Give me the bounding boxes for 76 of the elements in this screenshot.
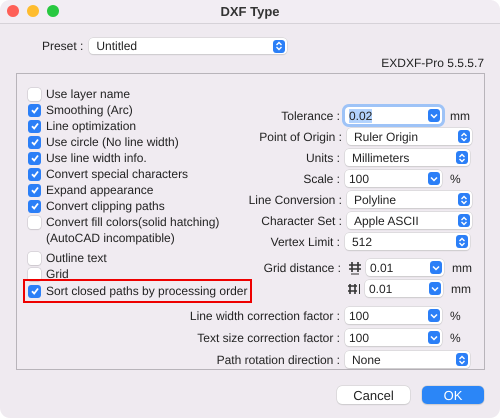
ok-button[interactable]: OK <box>422 386 484 404</box>
dropdown[interactable]: Apple ASCII <box>347 212 472 229</box>
chevron-down-icon <box>428 109 440 122</box>
combo-box[interactable]: 0.02 <box>345 107 442 124</box>
checkbox[interactable] <box>28 168 41 180</box>
field-label: Grid distance : <box>264 260 341 274</box>
updown-icon <box>458 130 470 143</box>
checkbox-label: Use circle (No line width) <box>46 134 179 150</box>
field-label: Character Set : <box>261 214 342 228</box>
updown-icon <box>456 235 468 248</box>
window-title: DXF Type <box>220 4 280 18</box>
dropdown[interactable]: Ruler Origin <box>347 128 472 145</box>
checkbox-label: Convert fill colors(solid hatching) (AutoCAD incompatible) <box>46 214 220 246</box>
updown-icon <box>458 214 470 227</box>
updown-icon <box>456 353 468 366</box>
unit-label: mm <box>450 108 470 122</box>
checkbox-label: Sort closed paths by processing order <box>46 283 248 299</box>
checkbox[interactable] <box>28 184 41 196</box>
checkbox[interactable] <box>28 88 41 100</box>
updown-icon <box>273 40 286 52</box>
combo-box[interactable]: 100 <box>345 307 442 324</box>
checkbox-label: Grid <box>46 266 69 282</box>
field-label: Units : <box>306 150 340 164</box>
field-label: Path rotation direction : <box>216 352 340 366</box>
combo-box[interactable]: 100 <box>345 329 442 346</box>
cancel-button[interactable]: Cancel <box>337 386 410 404</box>
unit-label: % <box>450 308 461 322</box>
checkbox[interactable] <box>28 252 41 264</box>
preset-label: Preset : <box>42 39 84 53</box>
dropdown[interactable]: 512 <box>345 233 470 250</box>
checkbox[interactable] <box>28 152 41 164</box>
dropdown[interactable]: Millimeters <box>345 149 470 166</box>
dropdown[interactable]: None <box>345 351 470 368</box>
updown-icon <box>456 151 468 164</box>
checkbox-label: Use layer name <box>46 86 130 102</box>
checkbox[interactable] <box>28 136 41 148</box>
checkbox[interactable] <box>28 268 41 280</box>
checkbox[interactable] <box>28 284 41 298</box>
preset-dropdown[interactable]: Untitled <box>89 38 288 54</box>
chevron-down-icon <box>429 282 441 295</box>
checkbox[interactable] <box>28 120 41 132</box>
combo-box[interactable]: 0.01 <box>366 259 444 276</box>
grid-spacing-icon <box>347 282 361 296</box>
unit-label: % <box>450 172 461 186</box>
checkbox-label: Outline text <box>46 250 107 266</box>
field-label: Tolerance : <box>281 108 340 122</box>
field-label: Scale : <box>303 172 340 186</box>
chevron-down-icon <box>428 309 440 322</box>
field-label: Line width correction factor : <box>190 308 340 322</box>
updown-icon <box>458 193 470 206</box>
checkbox[interactable] <box>28 200 41 212</box>
field-label: Point of Origin : <box>259 130 342 144</box>
checkbox-label: Expand appearance <box>46 182 154 198</box>
dropdown[interactable]: Polyline <box>347 191 472 208</box>
checkbox-label: Use line width info. <box>46 150 147 166</box>
combo-box[interactable]: 0.01 <box>365 280 443 297</box>
checkbox-label: Line optimization <box>46 118 136 134</box>
unit-label: mm <box>451 282 471 296</box>
field-label: Vertex Limit : <box>270 234 340 248</box>
grid-spacing-icon <box>348 260 362 274</box>
checkbox-label: Convert clipping paths <box>46 198 165 214</box>
combo-box[interactable]: 100 <box>345 170 442 187</box>
chevron-down-icon <box>428 331 440 344</box>
checkbox[interactable] <box>28 216 41 228</box>
field-label: Text size correction factor : <box>197 330 340 344</box>
close-button[interactable] <box>7 5 19 17</box>
checkbox[interactable] <box>28 104 41 116</box>
chevron-down-icon <box>430 261 442 274</box>
checkbox-label: Smoothing (Arc) <box>46 102 133 118</box>
version-label: EXDXF-Pro 5.5.5.7 <box>381 56 484 70</box>
unit-label: mm <box>452 260 472 274</box>
checkbox-label: Convert special characters <box>46 166 188 182</box>
field-label: Line Conversion : <box>248 192 342 206</box>
chevron-down-icon <box>428 172 440 185</box>
zoom-button[interactable] <box>47 5 59 17</box>
unit-label: % <box>450 330 461 344</box>
